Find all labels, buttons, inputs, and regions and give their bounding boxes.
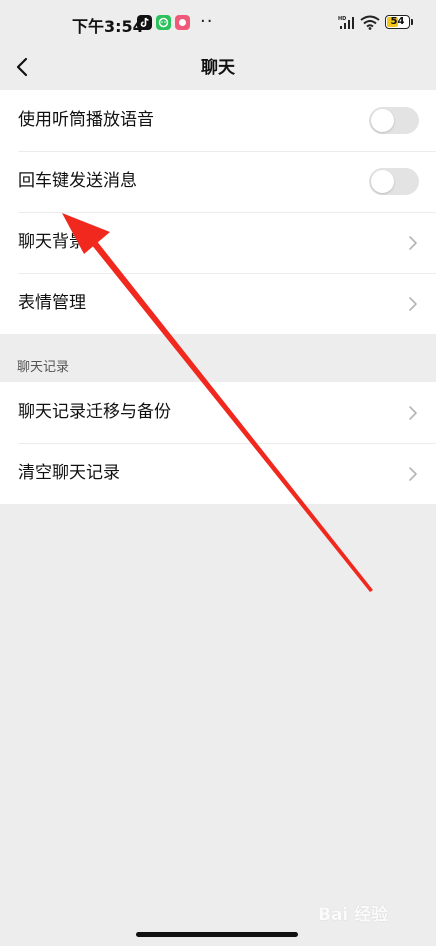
setting-label: 使用听筒播放语音 [18, 110, 154, 130]
setting-label: 清空聊天记录 [18, 463, 120, 483]
setting-row-clear-history[interactable]: 清空聊天记录 [0, 443, 436, 504]
setting-label: 回车键发送消息 [18, 171, 137, 191]
xiaohongshu-icon [175, 15, 190, 30]
settings-group-general: 使用听筒播放语音 回车键发送消息 聊天背景 表情管理 [0, 90, 436, 334]
nav-bar: 聊天 [0, 46, 436, 90]
toggle-knob [371, 170, 394, 193]
section-header-chat-history: 聊天记录 [17, 360, 70, 375]
battery-icon: 54 [385, 15, 410, 29]
toggle-knob [371, 109, 394, 132]
setting-label: 聊天背景 [18, 232, 86, 252]
setting-row-sticker-management[interactable]: 表情管理 [0, 273, 436, 334]
tiktok-icon [137, 15, 152, 30]
watermark-text: Bai 经验 [318, 905, 389, 925]
network-label: HD [338, 16, 346, 22]
baidu-jingyan-watermark: Bai 经验 [318, 897, 410, 925]
setting-label: 表情管理 [18, 293, 86, 313]
setting-label: 聊天记录迁移与备份 [18, 402, 171, 422]
battery-level: 54 [390, 16, 405, 27]
chevron-right-icon [409, 467, 417, 481]
setting-row-enter-to-send[interactable]: 回车键发送消息 [0, 151, 436, 212]
setting-row-earpiece[interactable]: 使用听筒播放语音 [0, 90, 436, 151]
earpiece-toggle[interactable] [369, 107, 419, 134]
settings-group-chat-history: 聊天记录迁移与备份 清空聊天记录 [0, 382, 436, 504]
setting-row-migrate-backup[interactable]: 聊天记录迁移与备份 [0, 382, 436, 443]
chevron-right-icon [409, 297, 417, 311]
setting-row-chat-background[interactable]: 聊天背景 [0, 212, 436, 273]
enter-to-send-toggle[interactable] [369, 168, 419, 195]
more-notifications-icon: ·· [200, 11, 214, 32]
chevron-right-icon [409, 236, 417, 250]
wechat-icon [156, 15, 171, 30]
status-bar: 下午3:54 ·· HD 54 [0, 0, 436, 46]
chat-settings-screen: 下午3:54 ·· HD 54 聊天 使用听筒播放语音 回车键发送消息 聊天背景… [0, 0, 436, 946]
wifi-icon [360, 15, 380, 30]
home-indicator[interactable] [136, 932, 298, 937]
page-title: 聊天 [201, 58, 235, 78]
signal-icon: HD [338, 16, 354, 29]
status-time: 下午3:54 [72, 17, 144, 36]
chevron-right-icon [409, 406, 417, 420]
battery-tip [411, 19, 413, 25]
